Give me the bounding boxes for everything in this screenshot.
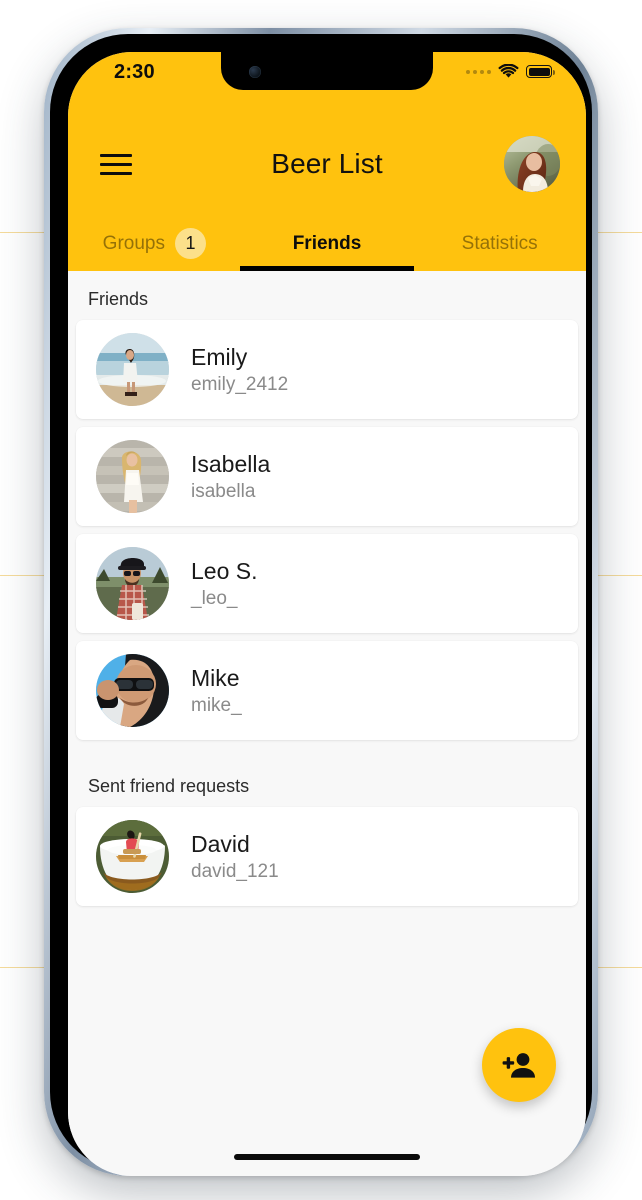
person-add-icon <box>502 1051 536 1079</box>
avatar-isabella-wall <box>96 440 169 513</box>
list-item-handle: emily_2412 <box>191 374 289 396</box>
list-item[interactable]: Mike mike_ <box>76 641 578 740</box>
battery-full-icon <box>526 65 555 78</box>
list-item[interactable]: Leo S. _leo_ <box>76 534 578 633</box>
list-item-name: Isabella <box>191 450 271 477</box>
guide-line <box>0 575 46 576</box>
tab-friends[interactable]: Friends <box>240 222 414 271</box>
list-item-text: Mike mike_ <box>191 664 242 718</box>
tab-groups[interactable]: Groups 1 <box>68 222 241 271</box>
list-item-handle: david_121 <box>191 861 279 883</box>
header-title-row: Beer List <box>68 134 586 196</box>
section-header-friends: Friends <box>88 289 149 309</box>
add-friend-button[interactable] <box>482 1028 556 1102</box>
list-item-handle: isabella <box>191 481 256 503</box>
avatar-mike-sunglasses <box>96 654 169 727</box>
list-item[interactable]: Isabella isabella <box>76 427 578 526</box>
wifi-icon <box>498 64 519 79</box>
list-item-text: Leo S. _leo_ <box>191 557 258 611</box>
list-item-name: David <box>191 830 250 857</box>
phone-bezel: 2:30 Beer List Groups 1 Friends Statisti… <box>50 34 592 1176</box>
tab-statistics[interactable]: Statistics <box>413 222 586 271</box>
list-item[interactable]: Emily emily_2412 <box>76 320 578 419</box>
tab-groups-badge: 1 <box>174 228 206 259</box>
guide-line <box>0 967 46 968</box>
list-item-text: Isabella isabella <box>191 450 270 504</box>
tab-groups-label: Groups <box>102 232 165 254</box>
list-item[interactable]: David david_121 <box>76 807 578 906</box>
user-profile-avatar[interactable] <box>504 136 560 192</box>
list-item-name: Emily <box>191 343 248 370</box>
home-indicator[interactable] <box>234 1154 420 1160</box>
guide-line <box>596 575 642 576</box>
avatar-emily-beach <box>96 333 169 406</box>
guide-line <box>0 232 46 233</box>
signal-dots-icon <box>466 69 491 74</box>
tab-bar: Groups 1 Friends Statistics <box>68 222 586 271</box>
status-bar-indicators <box>466 64 555 79</box>
phone-frame: 2:30 Beer List Groups 1 Friends Statisti… <box>44 28 598 1176</box>
list-item-handle: _leo_ <box>191 588 238 610</box>
avatar-leo-hat <box>96 547 169 620</box>
guide-line <box>596 232 642 233</box>
list-item-text: Emily emily_2412 <box>191 343 288 397</box>
phone-screen: 2:30 Beer List Groups 1 Friends Statisti… <box>68 52 586 1176</box>
list-item-name: Mike <box>191 664 240 691</box>
status-bar-clock: 2:30 <box>114 61 155 83</box>
tab-friends-label: Friends <box>292 232 362 254</box>
avatar-david-beer-rowing <box>96 820 169 893</box>
list-item-name: Leo S. <box>191 557 258 584</box>
list-item-handle: mike_ <box>191 695 242 717</box>
screenshot-stage: 2:30 Beer List Groups 1 Friends Statisti… <box>0 0 642 1200</box>
section-header-sent-requests: Sent friend requests <box>88 776 250 796</box>
guide-line <box>596 967 642 968</box>
list-item-text: David david_121 <box>191 830 279 884</box>
front-camera-icon <box>249 66 261 78</box>
display-notch <box>221 52 433 90</box>
tab-statistics-label: Statistics <box>461 232 538 254</box>
